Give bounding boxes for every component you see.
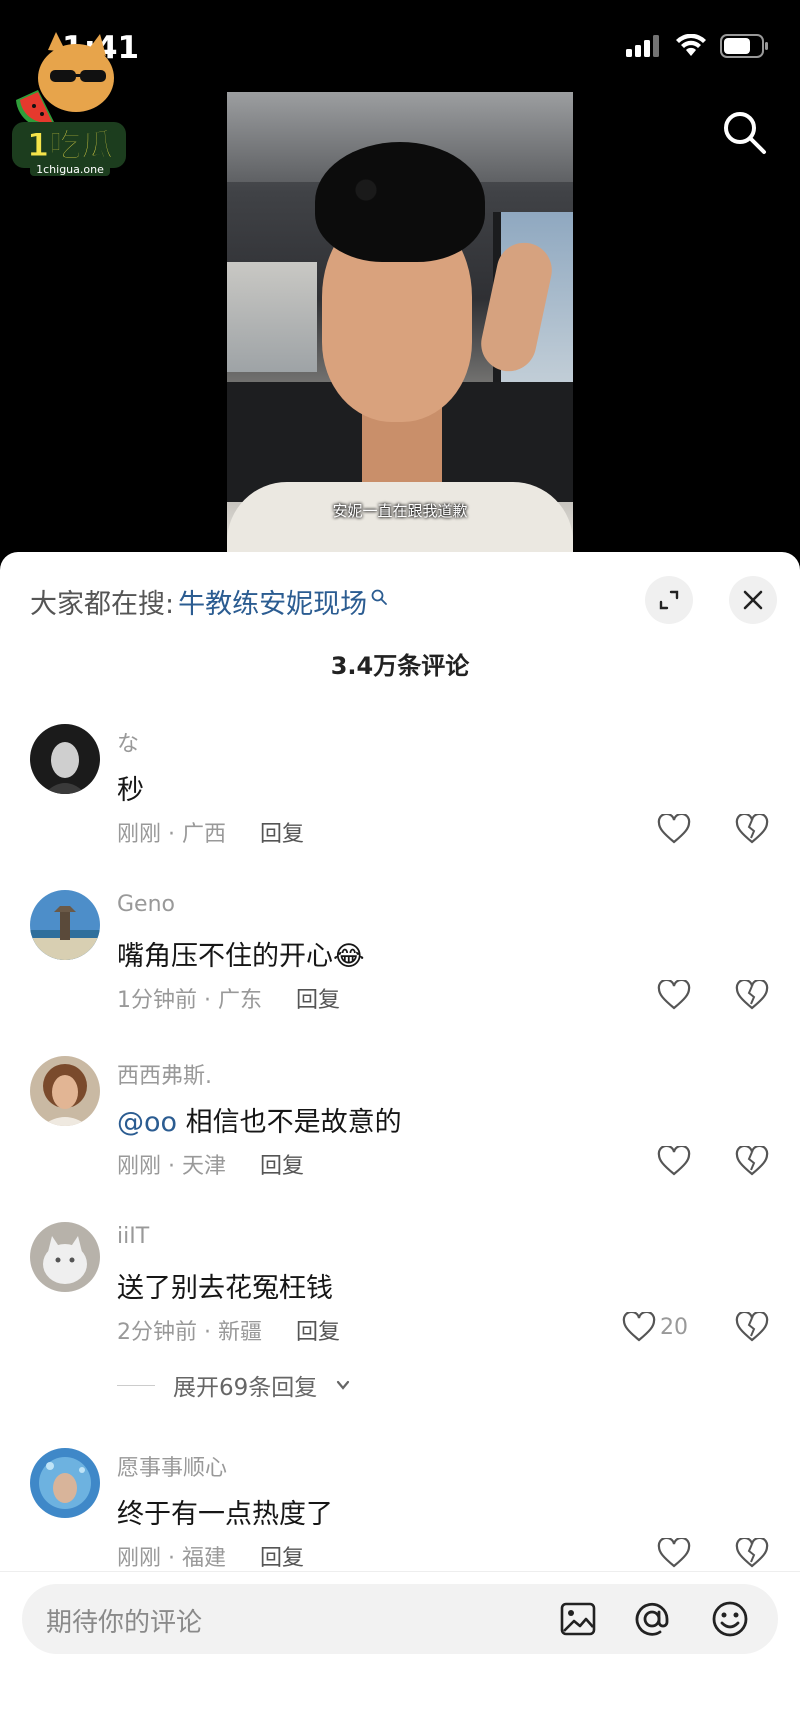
search-button[interactable] — [720, 108, 768, 156]
avatar[interactable] — [30, 1056, 100, 1126]
comment-username[interactable]: な — [117, 726, 139, 758]
comment-item: iiIT 送了别去花冤枉钱 2分钟前 · 新疆 回复 20 — [0, 1222, 800, 1382]
comment-text: 秒 — [117, 775, 144, 806]
broken-heart-icon — [735, 1310, 769, 1342]
comment-item: 西西弗斯. @oo 相信也不是故意的 刚刚 · 天津 回复 — [0, 1056, 800, 1216]
comment-meta: 1分钟前 · 广东 回复 — [117, 982, 340, 1014]
heart-icon — [657, 980, 691, 1010]
like-button[interactable] — [657, 814, 691, 844]
wifi-icon — [676, 34, 706, 56]
expand-replies-label: 展开69条回复 — [173, 1375, 318, 1401]
search-icon — [371, 589, 388, 605]
dislike-button[interactable] — [735, 812, 769, 848]
comment-input-bar: 期待你的评论 — [0, 1571, 800, 1731]
reply-button[interactable]: 回复 — [296, 1314, 340, 1346]
search-icon — [724, 112, 766, 154]
expand-button[interactable] — [645, 576, 693, 624]
comment-input[interactable]: 期待你的评论 — [22, 1584, 778, 1654]
comment-time-location: 2分钟前 · 新疆 — [117, 1320, 262, 1345]
video-player[interactable]: 安妮一直在跟我道歉 — [227, 92, 573, 552]
comment-count: 3.4万条评论 — [330, 652, 470, 680]
logo-name: 1吃瓜 — [27, 126, 113, 164]
reply-button[interactable]: 回复 — [260, 816, 304, 848]
like-button[interactable] — [657, 1146, 691, 1176]
battery-icon — [720, 34, 768, 58]
dislike-button[interactable] — [735, 1536, 769, 1572]
reply-button[interactable]: 回复 — [296, 982, 340, 1014]
comment-text: 嘴角压不住的开心😂 — [117, 941, 365, 972]
hot-search-term[interactable]: 牛教练安妮现场 — [178, 582, 367, 621]
like-count: 20 — [660, 1314, 688, 1340]
close-button[interactable] — [729, 576, 777, 624]
broken-heart-icon — [735, 1536, 769, 1568]
comment-time-location: 1分钟前 · 广东 — [117, 988, 262, 1013]
comment-time-location: 刚刚 · 福建 — [117, 1546, 227, 1571]
comment-username[interactable]: 愿事事顺心 — [117, 1450, 227, 1482]
heart-icon — [657, 814, 691, 844]
comment-text: @oo 相信也不是故意的 — [117, 1107, 402, 1138]
comment-time-location: 刚刚 · 广西 — [117, 822, 227, 847]
heart-icon — [657, 1538, 691, 1568]
avatar[interactable] — [30, 724, 100, 794]
comments-panel: 大家都在搜: 牛教练安妮现场 3.4万条评论 な 秒 刚刚 · 广西 回复 Ge… — [0, 552, 800, 1731]
watermark-logo: 1吃瓜 1chigua.one — [8, 30, 134, 178]
broken-heart-icon — [735, 1144, 769, 1176]
comment-meta: 刚刚 · 广西 回复 — [117, 816, 304, 848]
comment-item: な 秒 刚刚 · 广西 回复 — [0, 724, 800, 884]
reply-button[interactable]: 回复 — [260, 1540, 304, 1572]
broken-heart-icon — [735, 978, 769, 1010]
expand-icon — [659, 590, 679, 610]
mention-icon[interactable] — [632, 1599, 672, 1639]
image-icon[interactable] — [558, 1599, 598, 1639]
close-icon — [743, 590, 763, 610]
comment-time-location: 刚刚 · 天津 — [117, 1154, 227, 1179]
comment-username[interactable]: iiIT — [117, 1224, 149, 1249]
hot-search[interactable]: 大家都在搜: 牛教练安妮现场 — [30, 582, 388, 621]
like-button[interactable]: 20 — [622, 1312, 688, 1342]
comment-item: Geno 嘴角压不住的开心😂 1分钟前 · 广东 回复 — [0, 890, 800, 1050]
avatar[interactable] — [30, 890, 100, 960]
dislike-button[interactable] — [735, 1310, 769, 1346]
hot-search-label: 大家都在搜: — [30, 589, 175, 620]
cellular-signal-icon — [626, 35, 659, 57]
mention-link[interactable]: @oo — [117, 1107, 177, 1138]
heart-icon — [657, 1146, 691, 1176]
divider-line — [117, 1384, 155, 1386]
comment-username[interactable]: 西西弗斯. — [117, 1058, 212, 1090]
comment-text: 终于有一点热度了 — [117, 1499, 333, 1530]
avatar[interactable] — [30, 1222, 100, 1292]
comment-text: 送了别去花冤枉钱 — [117, 1273, 333, 1304]
comment-meta: 刚刚 · 福建 回复 — [117, 1540, 304, 1572]
laughing-emoji: 😂 — [333, 941, 365, 972]
logo-domain: 1chigua.one — [36, 163, 104, 176]
status-icons — [626, 34, 770, 58]
car-window — [227, 262, 317, 372]
expand-replies-button[interactable]: 展开69条回复 — [117, 1368, 351, 1402]
reply-button[interactable]: 回复 — [260, 1148, 304, 1180]
heart-icon — [622, 1312, 656, 1342]
comment-username[interactable]: Geno — [117, 892, 175, 917]
broken-heart-icon — [735, 812, 769, 844]
like-button[interactable] — [657, 1538, 691, 1568]
like-button[interactable] — [657, 980, 691, 1010]
comment-input-placeholder: 期待你的评论 — [46, 1608, 203, 1638]
chevron-down-icon — [337, 1380, 350, 1390]
person-hair — [315, 142, 485, 262]
dislike-button[interactable] — [735, 1144, 769, 1180]
emoji-icon[interactable] — [710, 1599, 750, 1639]
comment-meta: 2分钟前 · 新疆 回复 — [117, 1314, 340, 1346]
avatar[interactable] — [30, 1448, 100, 1518]
dislike-button[interactable] — [735, 978, 769, 1014]
comment-meta: 刚刚 · 天津 回复 — [117, 1148, 304, 1180]
video-subtitle: 安妮一直在跟我道歉 — [332, 502, 468, 520]
